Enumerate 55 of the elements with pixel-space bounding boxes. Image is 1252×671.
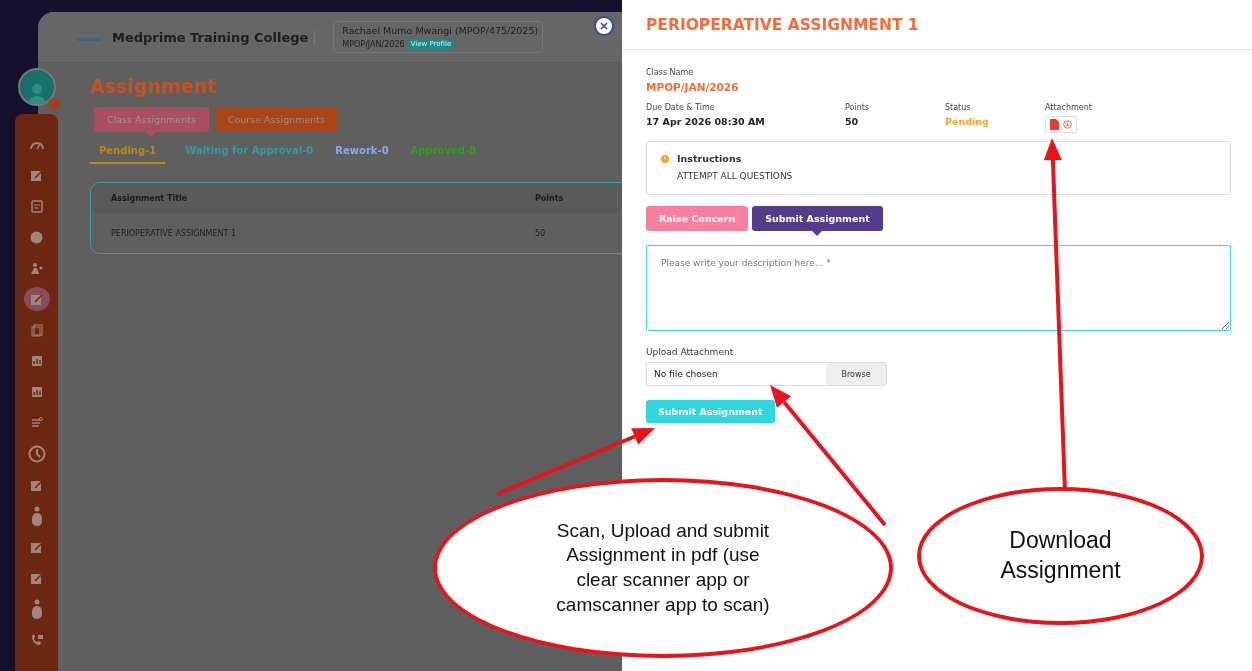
edit-icon[interactable]: [30, 292, 43, 306]
status-value: Pending: [945, 116, 990, 127]
person-icon[interactable]: [30, 506, 43, 526]
field-label: Points: [845, 103, 871, 112]
action-tab[interactable]: Raise Concern: [646, 206, 749, 231]
clock-icon[interactable]: [27, 445, 46, 463]
phone-icon[interactable]: [29, 634, 44, 646]
report-icon[interactable]: [30, 323, 43, 337]
status-tab[interactable]: Rework-0: [333, 142, 391, 164]
column-header: Points: [534, 193, 565, 203]
college-name: Medprime Training College: [112, 29, 316, 45]
field-label: Upload Attachment: [646, 347, 735, 357]
chart-icon[interactable]: [30, 386, 43, 398]
instructions-text: ATTEMPT ALL QUESTIONS: [677, 171, 793, 181]
field-value: 50: [845, 116, 860, 127]
instructions-title: Instructions: [677, 153, 743, 164]
pdf-file-icon[interactable]: [1050, 119, 1059, 130]
field-label: Due Date & Time: [646, 103, 716, 112]
coin-icon[interactable]: [30, 230, 43, 244]
edit-icon[interactable]: [30, 540, 43, 554]
submit-button[interactable]: Submit Assignment: [646, 400, 775, 423]
sidebar-item-highlight[interactable]: [23, 287, 50, 311]
panel-title: PERIOPERATIVE ASSIGNMENT 1: [646, 15, 919, 34]
status-tab[interactable]: Waiting for Approval-0: [183, 142, 316, 164]
assignment-type-tab[interactable]: Class Assignments: [94, 107, 209, 132]
people-icon[interactable]: [29, 261, 44, 275]
chart-icon[interactable]: [30, 355, 43, 367]
edit-icon[interactable]: [30, 571, 43, 585]
student-name: Rachael Mumo Mwangi (MPOP/475/2025): [342, 25, 539, 36]
field-label: Class Name: [646, 68, 695, 77]
field-label: Status: [945, 103, 972, 112]
edit-icon[interactable]: [30, 478, 43, 492]
field-value: 17 Apr 2026 08:30 AM: [646, 116, 766, 127]
class-code: MPOP/JAN/2026: [342, 39, 405, 49]
tab-pointer: [146, 132, 157, 137]
document-icon[interactable]: [30, 199, 43, 213]
tab-pointer: [812, 231, 823, 236]
status-tab[interactable]: Approved-0: [408, 142, 479, 164]
close-icon: [600, 22, 608, 30]
class-name: MPOP/JAN/2026: [646, 81, 740, 93]
column-header: Assignment Title: [110, 193, 189, 203]
table-cell-text: 50: [534, 228, 547, 238]
person-icon[interactable]: [30, 599, 43, 619]
info-icon: [661, 155, 669, 163]
note-icon[interactable]: [30, 417, 43, 429]
table-cell-text: PERIOPERATIVE ASSIGNMENT 1: [110, 228, 237, 238]
edit-icon[interactable]: [30, 168, 43, 182]
action-tab[interactable]: Submit Assignment: [752, 206, 883, 231]
person-silhouette-icon: [25, 82, 48, 104]
assignment-type-tab[interactable]: Course Assignments: [214, 107, 338, 132]
download-icon[interactable]: [1063, 120, 1072, 129]
field-label: Attachment: [1045, 103, 1093, 112]
logo-icon: [76, 31, 102, 43]
status-tab[interactable]: Pending-1: [90, 142, 166, 164]
description-field[interactable]: Please write your description here... *: [646, 245, 1231, 331]
